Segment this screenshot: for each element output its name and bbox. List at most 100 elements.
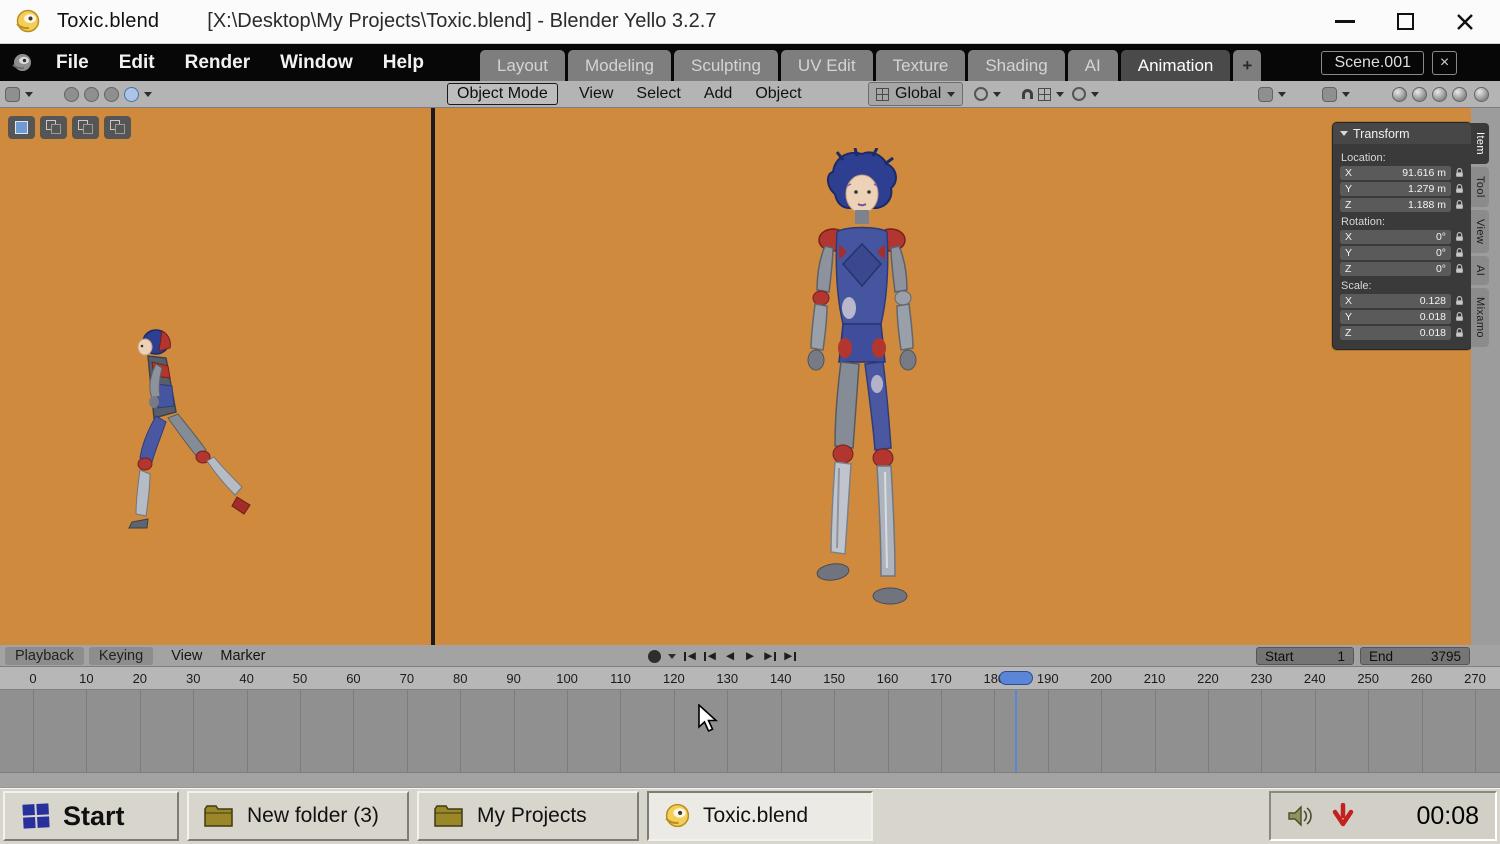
workspace-tab-sculpting[interactable]: Sculpting [673, 50, 778, 81]
lock-icon[interactable] [1455, 200, 1464, 210]
taskbar-item-new-folder[interactable]: New folder (3) [187, 791, 409, 841]
viewport-left[interactable] [0, 108, 431, 645]
location-x-field[interactable]: X 91.616 m [1340, 166, 1451, 180]
previous-keyframe-button[interactable]: ◀ [701, 648, 719, 665]
mode-caret-icon[interactable] [144, 91, 152, 97]
minimize-button[interactable] [1328, 5, 1362, 39]
lock-icon[interactable] [1455, 312, 1464, 322]
shading-solid-icon[interactable] [1412, 86, 1427, 102]
proportional-edit-icon[interactable] [1072, 87, 1086, 101]
side-tab-item[interactable]: Item [1471, 123, 1489, 164]
rotation-y-field[interactable]: Y 0° [1340, 246, 1451, 260]
rotation-z-field[interactable]: Z 0° [1340, 262, 1451, 276]
character-model-side-view[interactable] [112, 326, 252, 561]
menu-window[interactable]: Window [280, 52, 353, 74]
lock-icon[interactable] [1455, 184, 1464, 194]
view-layout-icon-1[interactable] [40, 116, 67, 139]
mode-icon-3[interactable] [104, 86, 119, 102]
location-y-field[interactable]: Y 1.279 m [1340, 182, 1451, 196]
frame-start-field[interactable]: Start 1 [1256, 647, 1354, 665]
play-reverse-button[interactable]: ◀ [721, 648, 739, 665]
character-model-front-view[interactable] [777, 148, 947, 628]
workspace-tab-texture[interactable]: Texture [875, 50, 966, 81]
proportional-caret-icon[interactable] [1091, 91, 1099, 97]
pivot-caret-icon[interactable] [1056, 91, 1064, 97]
transform-orientation-dropdown[interactable]: Global [868, 82, 964, 106]
scene-selector[interactable]: Scene.001 [1321, 51, 1424, 75]
jump-to-end-button[interactable]: ▶ [781, 648, 799, 665]
mode-icon-2[interactable] [84, 86, 99, 102]
lock-icon[interactable] [1455, 296, 1464, 306]
workspace-tab-ai[interactable]: AI [1067, 50, 1118, 81]
scale-x-field[interactable]: X 0.128 [1340, 294, 1451, 308]
editor-type-caret-icon[interactable] [25, 91, 33, 97]
viewport-menu-object[interactable]: Object [755, 85, 801, 103]
lock-icon[interactable] [1455, 248, 1464, 258]
volume-icon[interactable] [1287, 803, 1315, 829]
scale-y-field[interactable]: Y 0.018 [1340, 310, 1451, 324]
rotation-x-field[interactable]: X 0° [1340, 230, 1451, 244]
transform-panel-header[interactable]: Transform [1333, 123, 1471, 144]
active-view-icon[interactable] [8, 116, 35, 139]
auto-keying-caret-icon[interactable] [665, 648, 679, 664]
shading-material-icon[interactable] [1432, 86, 1447, 102]
menu-file[interactable]: File [56, 52, 89, 74]
editor-type-icon[interactable] [5, 86, 20, 102]
frame-end-field[interactable]: End 3795 [1360, 647, 1470, 665]
snapping-magnet-icon[interactable] [1022, 89, 1033, 99]
mode-icon-active[interactable] [124, 86, 139, 102]
side-tab-ai[interactable]: AI [1471, 256, 1489, 286]
side-tab-tool[interactable]: Tool [1471, 167, 1489, 207]
viewport-right[interactable]: Transform Location: X 91.616 m Y 1.279 m Z… [435, 108, 1471, 645]
blender-app-icon[interactable] [10, 51, 34, 75]
lock-icon[interactable] [1455, 264, 1464, 274]
timeline-menu-playback[interactable]: Playback [5, 646, 84, 665]
workspace-tab-layout[interactable]: Layout [479, 50, 565, 81]
shading-wireframe-icon[interactable] [1392, 86, 1407, 102]
overlays-caret-icon[interactable] [1342, 91, 1350, 97]
shading-dropdown-icon[interactable] [1474, 86, 1489, 102]
mode-icon-1[interactable] [64, 86, 79, 102]
scale-z-field[interactable]: Z 0.018 [1340, 326, 1451, 340]
view-layout-icon-3[interactable] [104, 116, 131, 139]
workspace-tab-uv-edit[interactable]: UV Edit [780, 50, 873, 81]
menu-render[interactable]: Render [185, 52, 250, 74]
start-button[interactable]: Start [3, 791, 179, 841]
show-overlays-icon[interactable] [1322, 86, 1337, 102]
timeline-tracks[interactable] [0, 690, 1500, 772]
taskbar-item-toxic-blend[interactable]: Toxic.blend [647, 791, 873, 841]
location-z-field[interactable]: Z 1.188 m [1340, 198, 1451, 212]
viewport-menu-view[interactable]: View [579, 85, 613, 103]
pivot-point-icon[interactable] [1038, 87, 1051, 101]
taskbar-item-my-projects[interactable]: My Projects [417, 791, 639, 841]
auto-keying-record-icon[interactable] [648, 649, 661, 663]
workspace-tab-modeling[interactable]: Modeling [567, 50, 671, 81]
show-gizmo-icon[interactable] [1258, 86, 1273, 102]
side-tab-mixamo[interactable]: Mixamo [1471, 288, 1489, 348]
next-keyframe-button[interactable]: ▶ [761, 648, 779, 665]
shading-rendered-icon[interactable] [1452, 86, 1467, 102]
viewport-menu-add[interactable]: Add [704, 85, 732, 103]
lock-icon[interactable] [1455, 168, 1464, 178]
object-mode-dropdown[interactable]: Object Mode [447, 83, 558, 105]
timeline-menu-marker[interactable]: Marker [220, 648, 265, 664]
timeline-menu-keying[interactable]: Keying [88, 646, 154, 665]
side-tab-view[interactable]: View [1471, 209, 1489, 254]
scene-unlink-button[interactable]: × [1432, 51, 1457, 75]
lock-icon[interactable] [1455, 328, 1464, 338]
timeline-menu-view[interactable]: View [171, 648, 202, 664]
download-manager-icon[interactable] [1331, 803, 1355, 829]
jump-to-start-button[interactable]: ◀ [681, 648, 699, 665]
playhead-pill[interactable] [998, 671, 1033, 685]
snap-caret-icon[interactable] [993, 91, 1001, 97]
lock-icon[interactable] [1455, 232, 1464, 242]
workspace-tab-animation[interactable]: Animation [1120, 50, 1231, 81]
menu-edit[interactable]: Edit [119, 52, 155, 74]
add-workspace-button[interactable]: + [1233, 50, 1262, 81]
close-button[interactable] [1448, 5, 1482, 39]
snap-target-icon[interactable] [974, 87, 988, 101]
viewport-menu-select[interactable]: Select [636, 85, 680, 103]
maximize-button[interactable] [1388, 5, 1422, 39]
play-button[interactable]: ▶ [741, 648, 759, 665]
workspace-tab-shading[interactable]: Shading [968, 50, 1065, 81]
